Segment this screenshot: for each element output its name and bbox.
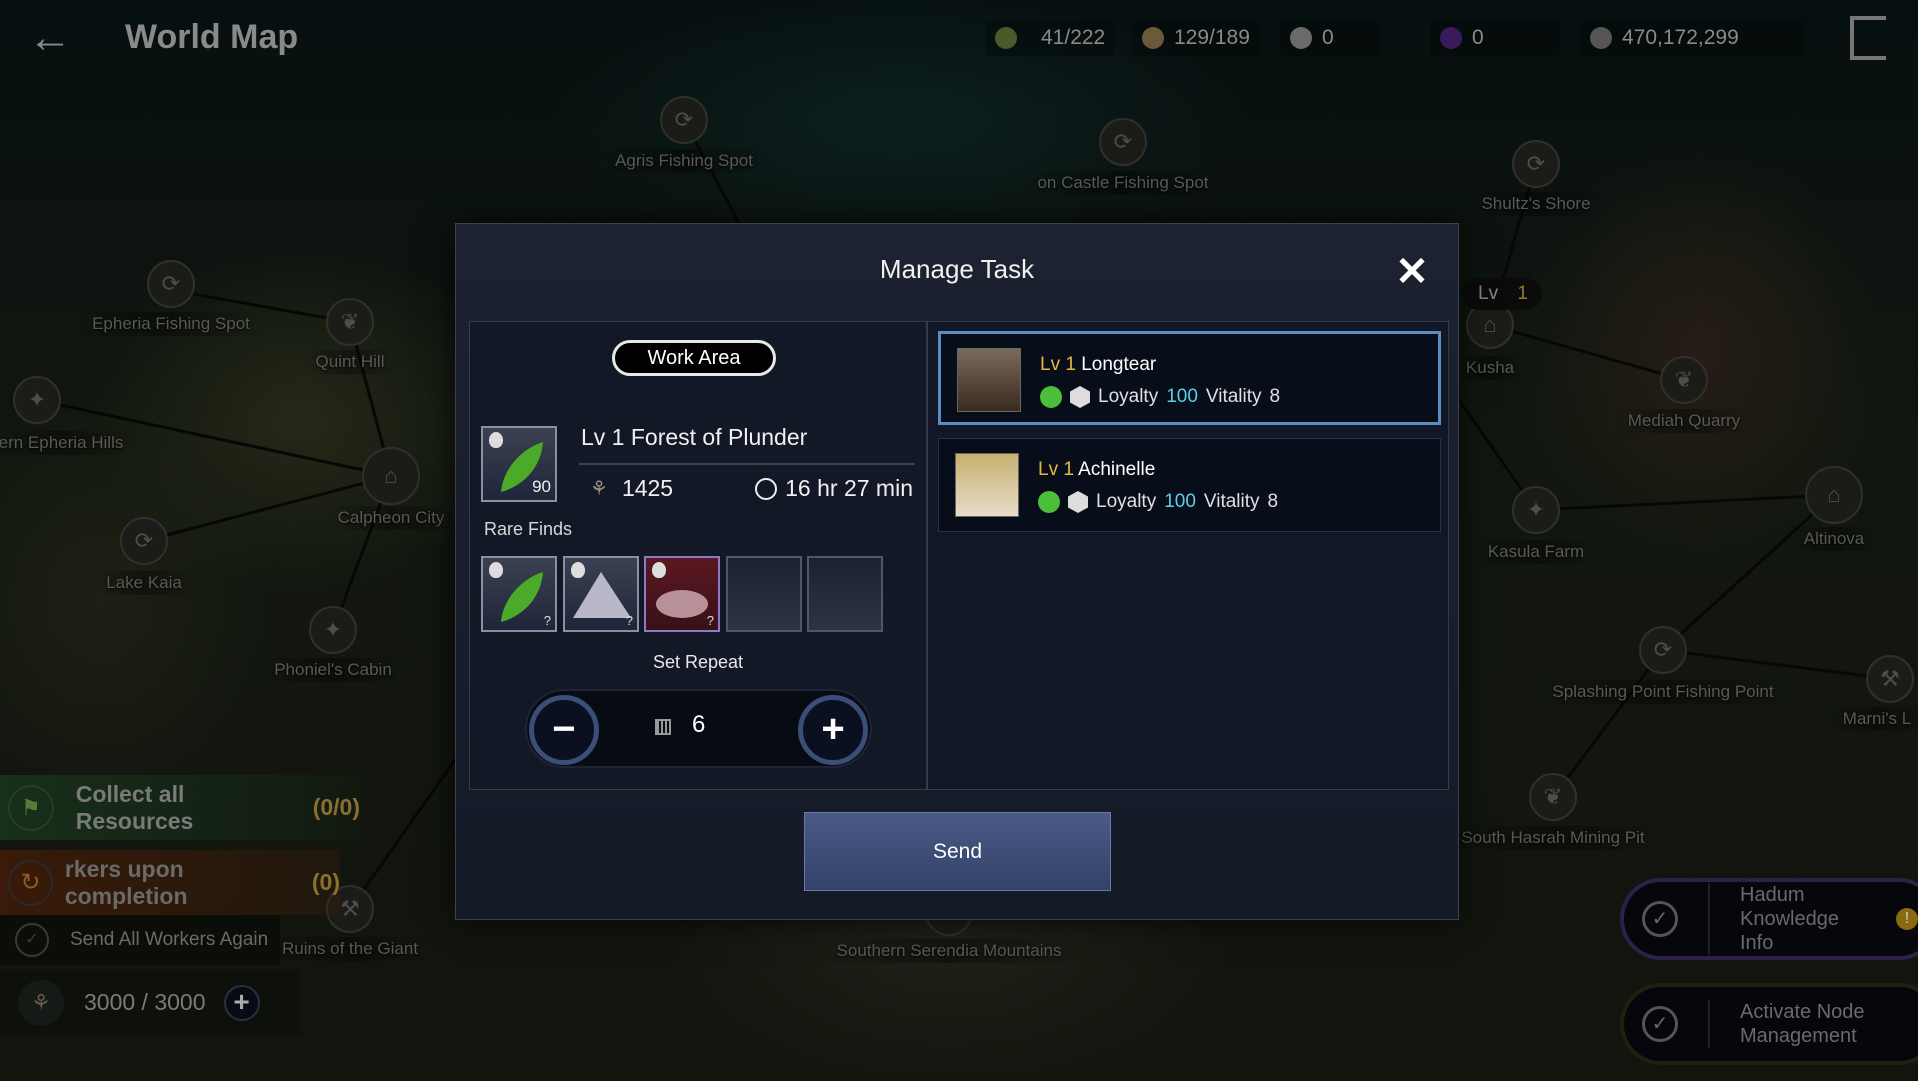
set-repeat-label: Set Repeat [652, 652, 744, 672]
pearl-icon [1290, 27, 1312, 49]
worker-name-text: Longtear [1081, 354, 1157, 375]
divider [579, 463, 915, 465]
silver-counter: 470,172,299 [1580, 20, 1805, 56]
crystal-counter: 0 [1430, 20, 1560, 56]
worker-card-achinelle[interactable]: Lv 1 Achinelle Loyalty 100 Vitality 8 [938, 438, 1441, 532]
crystal-value: 0 [1472, 26, 1484, 49]
energy-value: 41/222 [1041, 26, 1106, 49]
rare-find-slot[interactable]: ? [644, 556, 720, 632]
increase-button[interactable]: + [798, 695, 868, 765]
repeat-count[interactable]: 6 [692, 711, 705, 739]
collect-count: (0/0) [312, 794, 360, 820]
pearl-value: 0 [1322, 26, 1334, 49]
contribution-counter: 129/189 [1132, 20, 1260, 56]
flag-icon: ⚑ [8, 784, 54, 831]
vitality-label: Vitality [1203, 491, 1260, 512]
worker-list-panel: Lv 1 Longtear Loyalty 100 Vitality 8 Lv 1 A… [927, 321, 1449, 790]
clock-icon [755, 477, 778, 500]
activate-node-management-button[interactable]: ✓ Activate Node Management [1620, 983, 1918, 1065]
work-time: 16 hr 27 min [755, 475, 913, 502]
workers-completion-label: rkers upon completion [64, 855, 188, 909]
workers-count: (0) [311, 869, 340, 895]
rare-find-slot-empty [807, 556, 883, 632]
checkbox-icon: ✓ [15, 923, 49, 957]
activate-label: Activate Node Management [1708, 1000, 1888, 1048]
time-value: 16 hr 27 min [785, 475, 913, 501]
node-product-icon: 90 [481, 426, 557, 502]
loyalty-label: Loyalty [1098, 386, 1159, 407]
worker-name: Lv 1 Achinelle [1038, 459, 1155, 481]
hadum-label: Hadum Knowledge Info [1708, 883, 1868, 955]
rare-find-slot[interactable]: ? [481, 556, 557, 632]
loyalty-label: Loyalty [1096, 491, 1157, 512]
crystal-icon [1440, 27, 1462, 49]
worker-card-longtear[interactable]: Lv 1 Longtear Loyalty 100 Vitality 8 [938, 331, 1441, 425]
send-all-workers-again-toggle[interactable]: ✓ Send All Workers Again [0, 915, 280, 965]
check-icon: ✓ [1642, 901, 1678, 937]
worker-name-text: Achinelle [1078, 459, 1156, 480]
send-button[interactable]: Send [804, 812, 1111, 891]
add-energy-button[interactable]: + [223, 984, 260, 1021]
contribution-icon [1142, 27, 1164, 49]
exit-icon[interactable] [1850, 16, 1886, 60]
pearl-counter: 0 [1280, 20, 1380, 56]
vitality-value: 8 [1269, 386, 1281, 407]
silver-value: 470,172,299 [1622, 26, 1739, 49]
silver-icon [1590, 27, 1612, 49]
qty: ? [706, 613, 714, 628]
smile-icon [1040, 386, 1062, 408]
energy-counter: 41/222 [985, 20, 1116, 56]
workload: ⚘ 1425 [590, 475, 673, 502]
rare-find-slot[interactable]: ? [563, 556, 639, 632]
worker-level: Lv 1 [1038, 459, 1074, 480]
back-arrow-icon[interactable]: ← [28, 16, 72, 60]
dialog-title: Manage Task [879, 254, 1035, 284]
grid-icon [655, 719, 671, 735]
smile-icon [1038, 491, 1060, 513]
contribution-value: 129/189 [1174, 26, 1250, 49]
loyalty-value: 100 [1164, 491, 1196, 512]
star-badge-icon [1068, 491, 1088, 513]
wheat-icon: ⚘ [590, 478, 608, 500]
decrease-button[interactable]: − [529, 695, 599, 765]
energy-bar: ⚘ 3000 / 3000 + [0, 970, 300, 1035]
worker-portrait [955, 453, 1019, 517]
collect-label: Collect all Resources [75, 780, 194, 834]
wheat-icon: ⚘ [18, 979, 64, 1026]
star-badge-icon [1070, 386, 1090, 408]
repeat-icon: ↻ [8, 859, 53, 906]
top-bar: ← World Map 41/222 129/189 0 0 470,172,2… [0, 0, 1918, 78]
manage-task-dialog: Manage Task ✕ Work Area 90 Lv 1 Forest o… [455, 223, 1459, 920]
collect-resources-button[interactable]: ⚑ Collect all Resources (0/0) [0, 775, 360, 840]
item-count: 90 [532, 477, 551, 496]
check-icon: ✓ [1642, 1006, 1678, 1042]
worker-level: Lv 1 [1040, 354, 1076, 375]
worker-stats: Loyalty 100 Vitality 8 [1038, 491, 1278, 513]
rare-finds-label: Rare Finds [484, 519, 573, 539]
workload-value: 1425 [621, 475, 674, 501]
energy-icon [995, 27, 1017, 49]
workers-completion-button[interactable]: ↻ rkers upon completion (0) [0, 850, 340, 915]
vitality-value: 8 [1267, 491, 1279, 512]
worker-stats: Loyalty 100 Vitality 8 [1040, 386, 1280, 408]
hadum-knowledge-button[interactable]: ✓ Hadum Knowledge Info ! [1620, 878, 1918, 960]
worker-name: Lv 1 Longtear [1040, 354, 1156, 376]
alert-icon: ! [1896, 908, 1918, 930]
qty: ? [543, 613, 551, 628]
energy-amount: 3000 / 3000 [84, 989, 206, 1015]
node-name: Lv 1 Forest of Plunder [581, 424, 808, 450]
vitality-label: Vitality [1205, 386, 1262, 407]
repeat-stepper: − 6 + [525, 689, 872, 768]
work-area-panel: Work Area 90 Lv 1 Forest of Plunder ⚘ 142… [469, 321, 927, 790]
page-title: World Map [125, 18, 299, 56]
worker-portrait [957, 348, 1021, 412]
send-again-label: Send All Workers Again [70, 929, 269, 950]
qty: ? [625, 613, 633, 628]
loyalty-value: 100 [1166, 386, 1198, 407]
work-area-tab[interactable]: Work Area [612, 340, 776, 376]
rare-find-slot-empty [726, 556, 802, 632]
close-icon[interactable]: ✕ [1392, 252, 1432, 292]
